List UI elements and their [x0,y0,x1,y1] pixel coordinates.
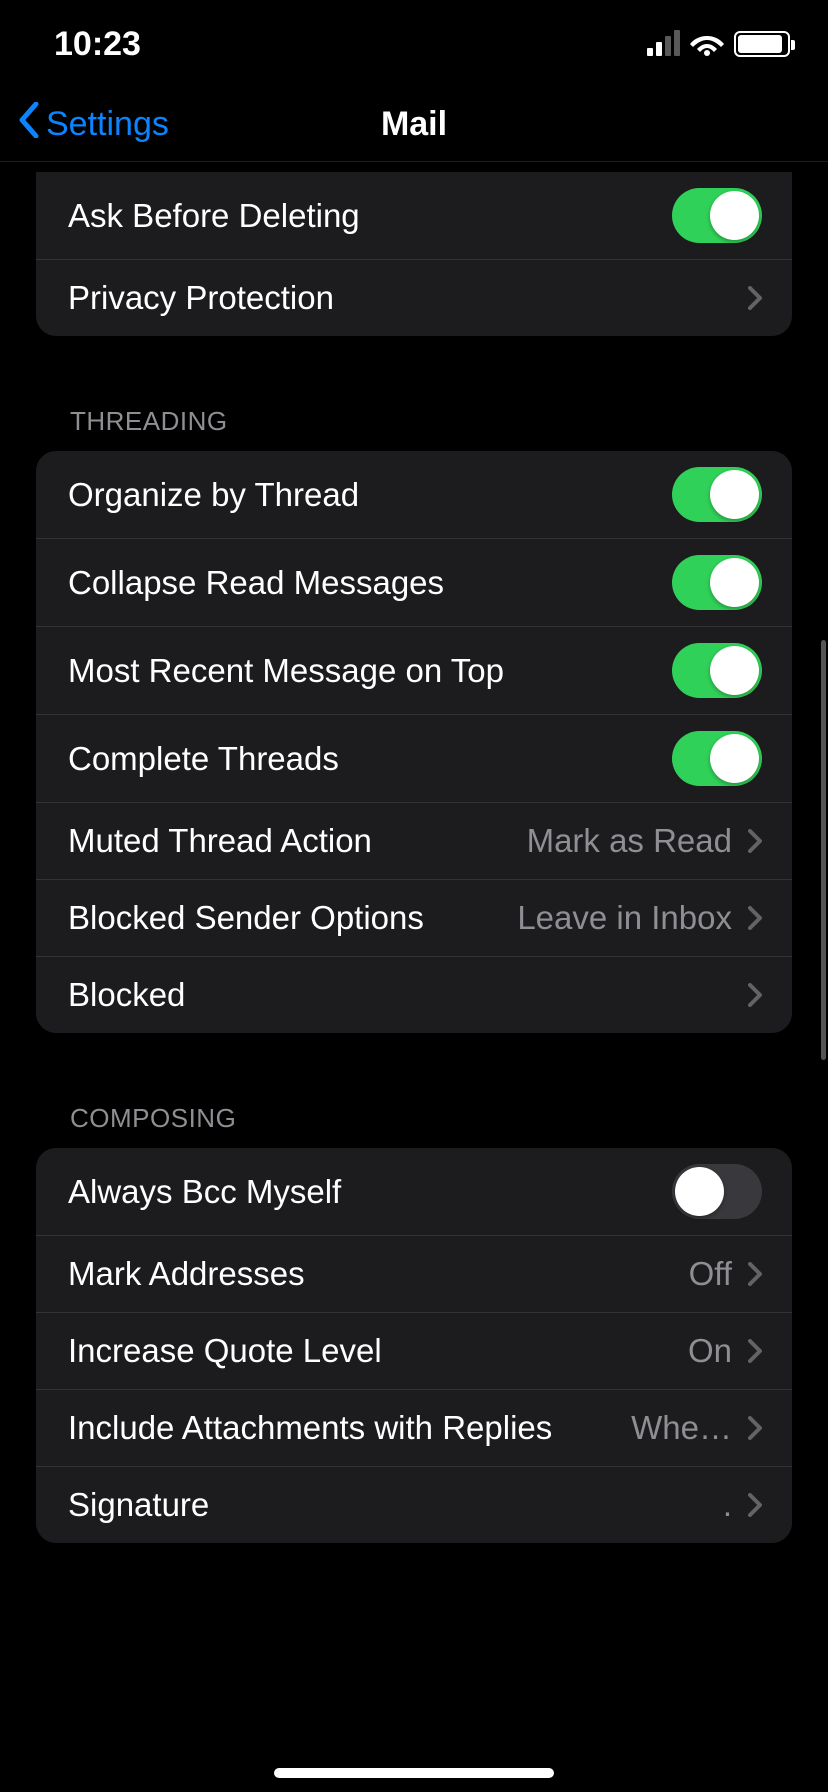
settings-group-composing: Always Bcc Myself Mark Addresses Off Inc… [36,1148,792,1543]
row-mark-addresses[interactable]: Mark Addresses Off [36,1235,792,1312]
row-increase-quote-level[interactable]: Increase Quote Level On [36,1312,792,1389]
row-label: Include Attachments with Replies [68,1409,631,1447]
group-header-threading: THREADING [36,336,792,451]
chevron-right-icon [748,1416,762,1440]
row-label: Privacy Protection [68,279,732,317]
content: Ask Before Deleting Privacy Protection T… [0,172,828,1643]
row-value: Off [689,1255,732,1293]
scroll-indicator[interactable] [821,640,826,1060]
row-value: . [723,1486,732,1524]
nav-bar: Settings Mail [0,88,828,162]
row-value: On [688,1332,732,1370]
row-label: Blocked Sender Options [68,899,517,937]
row-blocked-sender-options[interactable]: Blocked Sender Options Leave in Inbox [36,879,792,956]
toggle-switch[interactable] [672,731,762,786]
row-ask-before-deleting[interactable]: Ask Before Deleting [36,172,792,259]
row-include-attachments[interactable]: Include Attachments with Replies Whe… [36,1389,792,1466]
chevron-right-icon [748,1262,762,1286]
row-signature[interactable]: Signature . [36,1466,792,1543]
chevron-right-icon [748,829,762,853]
row-label: Ask Before Deleting [68,197,672,235]
row-value: Mark as Read [527,822,732,860]
row-label: Always Bcc Myself [68,1173,672,1211]
row-complete-threads[interactable]: Complete Threads [36,714,792,802]
row-label: Collapse Read Messages [68,564,672,602]
chevron-right-icon [748,1339,762,1363]
toggle-switch[interactable] [672,555,762,610]
chevron-right-icon [748,906,762,930]
toggle-switch[interactable] [672,467,762,522]
row-label: Mark Addresses [68,1255,689,1293]
row-label: Signature [68,1486,723,1524]
status-icons [647,31,790,57]
row-label: Most Recent Message on Top [68,652,672,690]
status-time: 10:23 [54,25,141,64]
row-most-recent-on-top[interactable]: Most Recent Message on Top [36,626,792,714]
toggle-switch[interactable] [672,643,762,698]
group-header-composing: COMPOSING [36,1033,792,1148]
row-value: Leave in Inbox [517,899,732,937]
row-always-bcc-myself[interactable]: Always Bcc Myself [36,1148,792,1235]
row-collapse-read-messages[interactable]: Collapse Read Messages [36,538,792,626]
toggle-switch[interactable] [672,188,762,243]
chevron-right-icon [748,983,762,1007]
row-label: Complete Threads [68,740,672,778]
row-label: Increase Quote Level [68,1332,688,1370]
cellular-icon [647,32,680,56]
chevron-right-icon [748,1493,762,1517]
status-bar: 10:23 [0,0,828,88]
battery-icon [734,31,790,57]
row-muted-thread-action[interactable]: Muted Thread Action Mark as Read [36,802,792,879]
row-value: Whe… [631,1409,732,1447]
chevron-left-icon [18,102,40,147]
chevron-right-icon [748,286,762,310]
wifi-icon [690,32,724,56]
settings-group-threading: Organize by Thread Collapse Read Message… [36,451,792,1033]
back-button[interactable]: Settings [18,102,169,147]
row-label: Blocked [68,976,732,1014]
row-label: Organize by Thread [68,476,672,514]
toggle-switch[interactable] [672,1164,762,1219]
settings-group: Ask Before Deleting Privacy Protection [36,172,792,336]
row-organize-by-thread[interactable]: Organize by Thread [36,451,792,538]
row-privacy-protection[interactable]: Privacy Protection [36,259,792,336]
back-label: Settings [46,105,169,144]
home-indicator[interactable] [274,1768,554,1778]
row-label: Muted Thread Action [68,822,527,860]
row-blocked[interactable]: Blocked [36,956,792,1033]
